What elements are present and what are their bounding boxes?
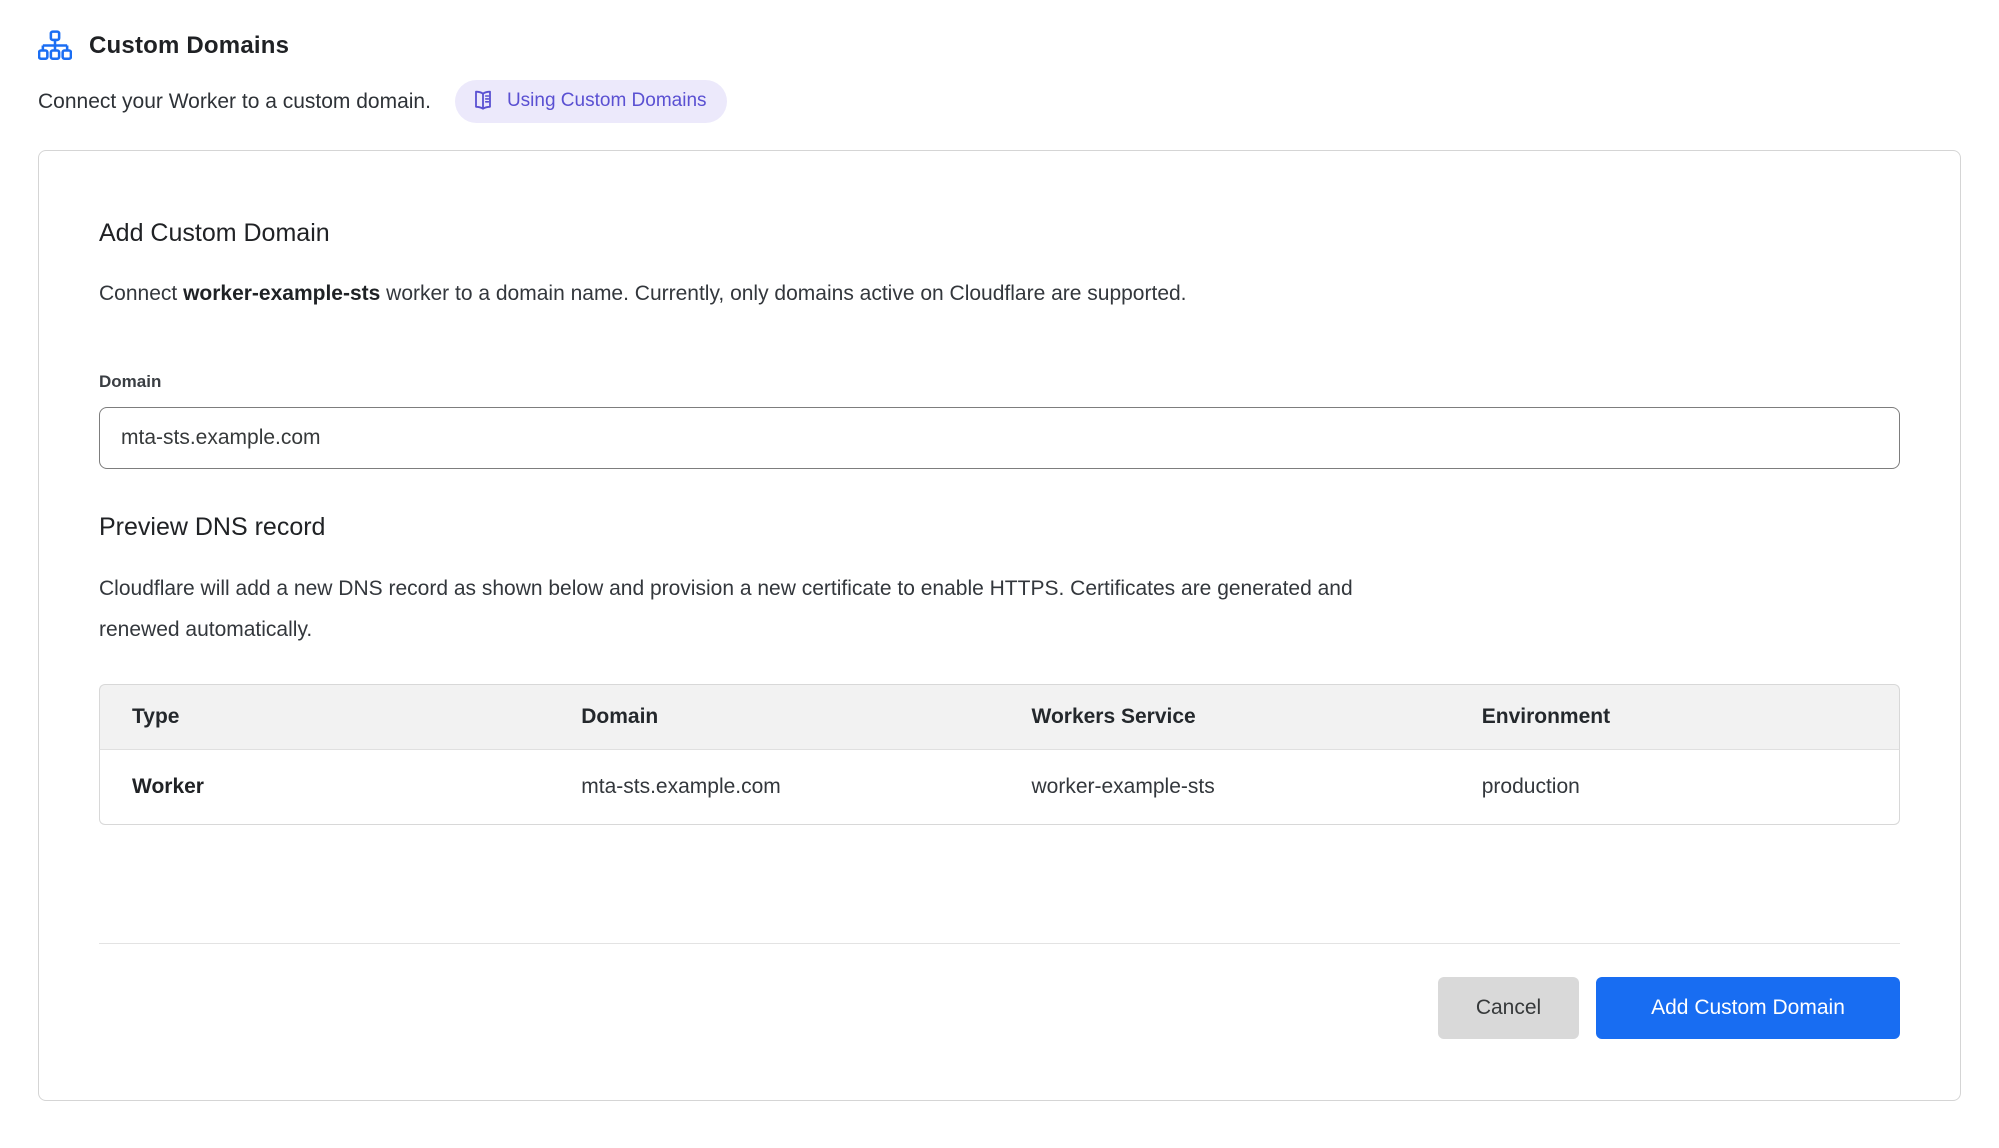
preview-dns-description: Cloudflare will add a new DNS record as … <box>99 568 1409 650</box>
intro-suffix: worker to a domain name. Currently, only… <box>380 282 1186 305</box>
cell-environment: production <box>1450 750 1900 825</box>
dns-preview-table: Type Domain Workers Service Environment … <box>99 684 1900 825</box>
worker-name: worker-example-sts <box>183 282 380 305</box>
sitemap-icon <box>38 30 72 61</box>
cell-workers-service: worker-example-sts <box>1000 750 1450 825</box>
domain-label: Domain <box>99 372 1900 392</box>
column-header-type: Type <box>99 684 549 750</box>
page-subtitle: Connect your Worker to a custom domain. <box>38 90 431 114</box>
table-row: Worker mta-sts.example.com worker-exampl… <box>99 750 1900 825</box>
add-custom-domain-card: Add Custom Domain Connect worker-example… <box>38 150 1961 1101</box>
domain-field: Domain <box>99 372 1900 469</box>
table-header: Type Domain Workers Service Environment <box>99 684 1900 750</box>
column-header-domain: Domain <box>549 684 999 750</box>
column-header-workers-service: Workers Service <box>1000 684 1450 750</box>
card-actions: Cancel Add Custom Domain <box>99 977 1900 1039</box>
page-title: Custom Domains <box>89 32 289 60</box>
page-header: Custom Domains <box>38 30 1961 61</box>
open-book-icon <box>471 89 495 113</box>
docs-link-label: Using Custom Domains <box>507 90 707 113</box>
preview-dns-heading: Preview DNS record <box>99 513 1900 542</box>
footer-divider <box>99 943 1900 944</box>
card-intro: Connect worker-example-sts worker to a d… <box>99 282 1900 306</box>
cell-domain: mta-sts.example.com <box>549 750 999 825</box>
cell-type: Worker <box>99 750 549 825</box>
domain-input[interactable] <box>99 407 1900 469</box>
custom-domains-page: Custom Domains Connect your Worker to a … <box>0 0 1999 1101</box>
docs-link[interactable]: Using Custom Domains <box>455 80 727 123</box>
column-header-environment: Environment <box>1450 684 1900 750</box>
add-custom-domain-button[interactable]: Add Custom Domain <box>1596 977 1900 1039</box>
intro-prefix: Connect <box>99 282 183 305</box>
page-subtitle-row: Connect your Worker to a custom domain. … <box>38 80 1961 123</box>
card-heading: Add Custom Domain <box>99 219 1900 248</box>
cancel-button[interactable]: Cancel <box>1438 977 1579 1039</box>
